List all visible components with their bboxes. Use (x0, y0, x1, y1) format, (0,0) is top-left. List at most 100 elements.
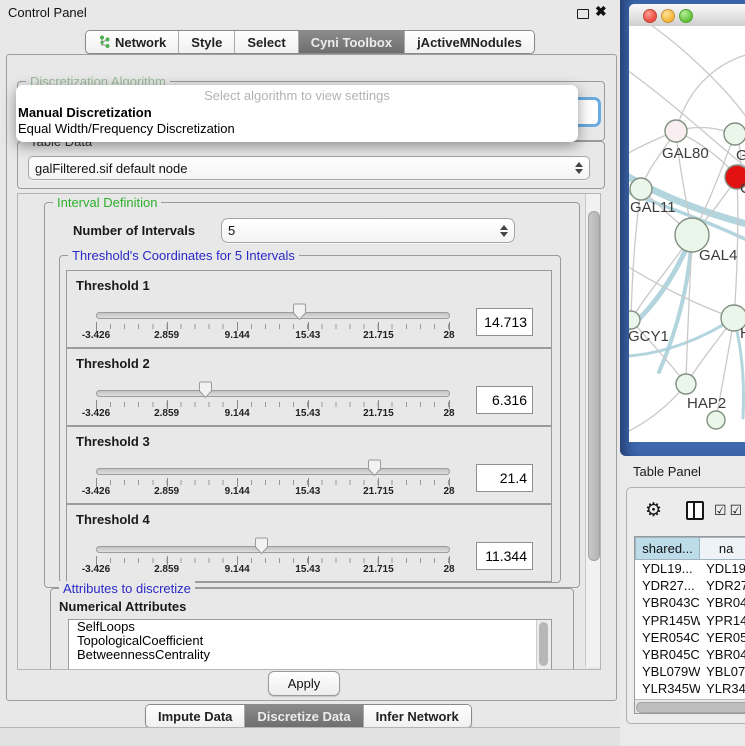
cell-shared-name[interactable]: YDL19... (635, 561, 700, 576)
table-toolbar: ⚙ ☑ ☑ (627, 488, 745, 532)
tab-label: Infer Network (376, 709, 459, 724)
threshold-label: Threshold 2 (76, 356, 150, 371)
network-canvas[interactable]: GAL80GALCGAL11GAL4GCY1HHAP2 (629, 26, 745, 442)
cell-name[interactable]: YBL07 (700, 664, 745, 679)
cell-shared-name[interactable]: YBL079W (635, 664, 700, 679)
tab-label: Style (191, 35, 222, 50)
table-data-group: Table Data galFiltered.sif default node (17, 141, 605, 189)
cell-name[interactable]: YLR34 (700, 681, 745, 696)
threshold-value-field[interactable] (476, 464, 533, 492)
cell-shared-name[interactable]: YDR27... (635, 578, 700, 593)
right-panels: GAL80GALCGAL11GAL4GCY1HHAP2 Table Panel … (620, 0, 745, 745)
apply-button[interactable]: Apply (268, 671, 340, 696)
close-icon[interactable]: ✖ (595, 3, 607, 20)
cell-name[interactable]: YDL19 (700, 561, 745, 576)
network-node-label: GAL (736, 147, 745, 164)
tab-label: Select (247, 35, 285, 50)
network-node[interactable] (630, 178, 652, 200)
column-header-name[interactable]: na (700, 537, 745, 560)
attribute-list-item[interactable]: TopologicalCoefficient (69, 634, 551, 648)
slider-tick-labels: -3.4262.8599.14415.4321.71528 (96, 330, 449, 342)
tab-infer-network[interactable]: Infer Network (364, 705, 471, 727)
slider-thumb[interactable] (367, 459, 382, 477)
node-table: shared... na YDL19...YDL19YDR27...YDR27Y… (634, 536, 745, 700)
network-node-label: GAL11 (630, 199, 676, 216)
cell-shared-name[interactable]: YBR043C (635, 595, 700, 610)
table-row[interactable]: YBL079WYBL07 (635, 663, 745, 680)
numerical-attributes-list[interactable]: SelfLoopsTopologicalCoefficientBetweenne… (68, 619, 552, 670)
columns-icon[interactable] (686, 501, 704, 520)
cell-name[interactable]: YBR04 (700, 647, 745, 662)
slider-track[interactable] (96, 390, 450, 397)
threshold-value-field[interactable] (476, 308, 533, 336)
table-row[interactable]: YBR045CYBR04 (635, 646, 745, 663)
tab-discretize-data[interactable]: Discretize Data (245, 705, 363, 727)
network-view-window[interactable]: GAL80GALCGAL11GAL4GCY1HHAP2 (620, 0, 745, 456)
network-node[interactable] (665, 120, 687, 142)
attribute-list-item[interactable]: BetweennessCentrality (69, 648, 551, 662)
float-window-icon[interactable] (577, 9, 589, 19)
table-row[interactable]: YER054CYER05 (635, 629, 745, 646)
cell-shared-name[interactable]: YLR345W (635, 681, 700, 696)
slider-thumb[interactable] (198, 381, 213, 399)
tab-cyni-toolbox[interactable]: Cyni Toolbox (299, 31, 405, 53)
checkbox-checked-icon[interactable]: ☑ (730, 503, 743, 517)
zoom-traffic-light-icon[interactable] (679, 9, 693, 23)
number-of-intervals-combobox[interactable]: 5 (221, 218, 515, 243)
network-node[interactable] (676, 374, 696, 394)
threshold-value-field[interactable] (476, 386, 533, 414)
network-graph-icon (98, 35, 110, 49)
table-row[interactable]: YDR27...YDR27 (635, 577, 745, 594)
table-data-combobox[interactable]: galFiltered.sif default node (28, 156, 590, 180)
tab-impute-data[interactable]: Impute Data (146, 705, 245, 727)
slider-track[interactable] (96, 312, 450, 319)
threshold-value-field[interactable] (476, 542, 533, 570)
tab-select[interactable]: Select (235, 31, 298, 53)
viewport-scrollbar[interactable] (585, 194, 600, 667)
tab-style[interactable]: Style (179, 31, 235, 53)
slider-thumb[interactable] (292, 303, 307, 321)
cell-name[interactable]: YBR04 (700, 595, 745, 610)
list-scrollbar[interactable] (536, 620, 551, 670)
cell-name[interactable]: YDR27 (700, 578, 745, 593)
popup-option[interactable]: Manual Discretization (16, 105, 578, 121)
table-row[interactable]: YDL19...YDL19 (635, 560, 745, 577)
network-node[interactable] (707, 411, 725, 429)
gear-icon[interactable]: ⚙ (645, 501, 662, 520)
slider-track[interactable] (96, 468, 450, 475)
network-window-titlebar[interactable] (629, 4, 745, 27)
combobox-value: 5 (228, 223, 496, 238)
popup-option[interactable]: Equal Width/Frequency Discretization (16, 121, 578, 137)
tab-label: Impute Data (158, 709, 232, 724)
table-horizontal-scrollbar[interactable] (634, 699, 745, 714)
cell-name[interactable]: YER05 (700, 630, 745, 645)
network-node[interactable] (629, 311, 640, 329)
checkbox-checked-icon[interactable]: ☑ (714, 503, 727, 517)
slider-thumb[interactable] (254, 537, 269, 555)
network-node[interactable] (724, 123, 745, 145)
tab-network[interactable]: Network (86, 31, 179, 53)
scrollbar-thumb[interactable] (588, 211, 600, 561)
numerical-attributes-label: Numerical Attributes (59, 599, 186, 614)
table-row[interactable]: YLR345WYLR34 (635, 680, 745, 697)
cell-shared-name[interactable]: YPR145W (635, 613, 700, 628)
slider-tick-labels: -3.4262.8599.14415.4321.71528 (96, 486, 449, 498)
column-header-shared-name[interactable]: shared... (635, 537, 700, 560)
minimize-traffic-light-icon[interactable] (661, 9, 675, 23)
tab-jactivemnodules[interactable]: jActiveMNodules (405, 31, 534, 53)
scrollbar-thumb[interactable] (636, 702, 745, 713)
network-graph[interactable]: GAL80GALCGAL11GAL4GCY1HHAP2 (629, 26, 745, 442)
close-traffic-light-icon[interactable] (643, 9, 657, 23)
slider-track[interactable] (96, 546, 450, 553)
tab-label: Cyni Toolbox (311, 35, 392, 50)
popup-hint: Select algorithm to view settings (16, 88, 578, 105)
table-panel-title: Table Panel (633, 464, 701, 479)
table-row[interactable]: YBR043CYBR04 (635, 594, 745, 611)
cell-shared-name[interactable]: YER054C (635, 630, 700, 645)
table-row[interactable]: YPR145WYPR14 (635, 612, 745, 629)
network-node-label: C (740, 180, 745, 197)
cell-shared-name[interactable]: YBR045C (635, 647, 700, 662)
cell-name[interactable]: YPR14 (700, 613, 745, 628)
network-node-label: HAP2 (687, 395, 726, 412)
attribute-list-item[interactable]: SelfLoops (69, 620, 551, 634)
